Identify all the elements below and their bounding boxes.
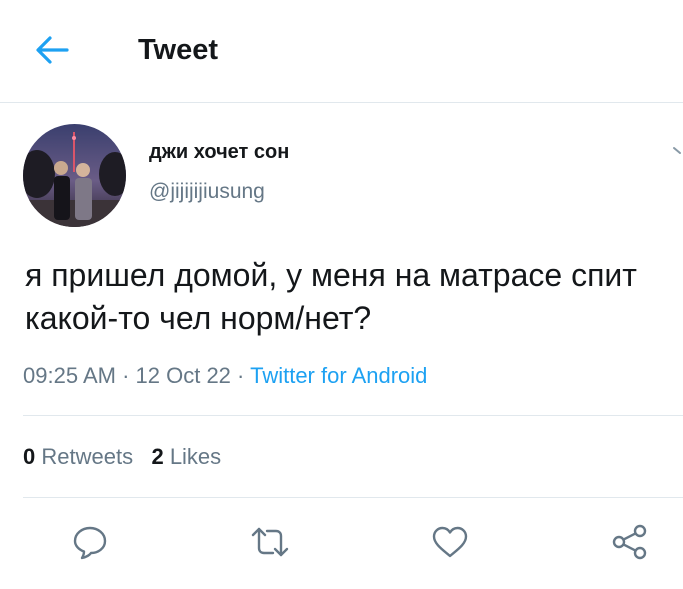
likes-stat[interactable]: 2 Likes [151, 444, 221, 469]
retweet-icon [251, 527, 289, 557]
tweet-time: 09:25 AM [23, 363, 116, 388]
tweet-meta: 09:25 AM · 12 Oct 22 · Twitter for Andro… [23, 361, 427, 391]
divider [23, 415, 683, 416]
page-title: Tweet [138, 34, 219, 66]
top-bar: Tweet [0, 0, 683, 103]
heart-icon [432, 526, 468, 558]
retweets-label: Retweets [41, 444, 134, 469]
divider [23, 497, 683, 498]
like-button[interactable] [426, 518, 474, 566]
likes-label: Likes [169, 444, 222, 469]
avatar[interactable] [23, 124, 126, 227]
reply-icon [73, 526, 107, 560]
share-button[interactable] [606, 518, 654, 566]
share-icon [612, 524, 647, 560]
tweet-source-link[interactable]: Twitter for Android [250, 363, 427, 388]
retweets-stat[interactable]: 0 Retweets [23, 444, 133, 469]
retweet-button[interactable] [246, 518, 294, 566]
arrow-left-icon [36, 36, 69, 64]
caret-down-icon[interactable] [672, 142, 683, 158]
tweet-stats: 0 Retweets 2 Likes [23, 442, 221, 472]
retweets-count: 0 [23, 444, 36, 469]
reply-button[interactable] [66, 518, 114, 566]
back-button[interactable] [28, 28, 76, 72]
author-handle[interactable]: @jijijijiusung [149, 179, 265, 205]
author-display-name[interactable]: джи хочет сон [149, 140, 289, 164]
tweet-text: я пришел домой, у меня на матрасе спит к… [25, 257, 637, 336]
meta-separator: · [237, 363, 245, 388]
tweet-date: 12 Oct 22 [135, 363, 231, 388]
likes-count: 2 [151, 444, 164, 469]
meta-separator: · [122, 363, 130, 388]
